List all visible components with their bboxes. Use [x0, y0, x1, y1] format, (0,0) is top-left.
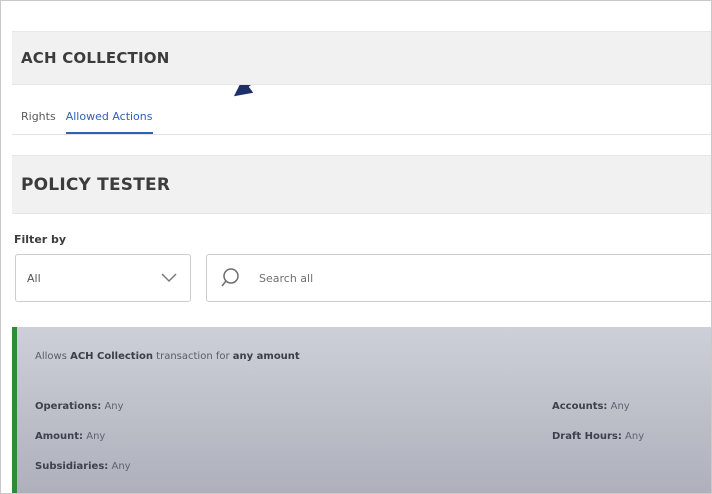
amount-field: Amount: Any: [35, 431, 105, 442]
amount-label: Amount:: [35, 431, 84, 442]
tab-allowed-actions[interactable]: Allowed Actions: [65, 110, 153, 134]
draft-hours-value: Any: [621, 431, 645, 442]
policy-tester-header: POLICY TESTER: [12, 155, 711, 214]
amount-value: Any: [83, 431, 106, 442]
policy-tester-title: POLICY TESTER: [21, 174, 171, 195]
search-icon: [221, 268, 239, 287]
policy-middle: transaction for: [153, 351, 233, 362]
filter-select[interactable]: All: [15, 254, 191, 302]
accounts-label: Accounts:: [552, 401, 608, 412]
operations-label: Operations:: [35, 401, 102, 412]
search-input[interactable]: [257, 270, 661, 286]
tab-bar: Rights Allowed Actions: [12, 84, 711, 135]
policy-amount: any amount: [232, 351, 300, 362]
policy-summary: Allows ACH Collection transaction for an…: [35, 351, 300, 362]
operations-value: Any: [101, 401, 124, 412]
search-box[interactable]: [206, 254, 711, 302]
draft-hours-field: Draft Hours: Any: [552, 431, 644, 442]
policy-prefix: Allows: [35, 351, 71, 362]
accounts-field: Accounts: Any: [552, 401, 630, 412]
filter-label: Filter by: [14, 233, 67, 246]
policy-action: ACH Collection: [70, 351, 153, 362]
operations-field: Operations: Any: [35, 401, 124, 412]
accounts-value: Any: [607, 401, 630, 412]
draft-hours-label: Draft Hours:: [552, 431, 622, 442]
subsidiaries-field: Subsidiaries: Any: [35, 461, 131, 472]
policy-card: Allows ACH Collection transaction for an…: [12, 327, 711, 493]
filter-select-value: All: [27, 271, 41, 285]
ach-collection-title: ACH COLLECTION: [21, 49, 170, 67]
subsidiaries-value: Any: [108, 461, 131, 472]
chevron-down-icon: [161, 273, 177, 283]
tab-rights[interactable]: Rights: [21, 110, 56, 134]
screenshot-frame: ACH COLLECTION Rights Allowed Actions PO…: [0, 0, 712, 494]
ach-collection-header: ACH COLLECTION: [12, 31, 711, 85]
subsidiaries-label: Subsidiaries:: [35, 461, 109, 472]
